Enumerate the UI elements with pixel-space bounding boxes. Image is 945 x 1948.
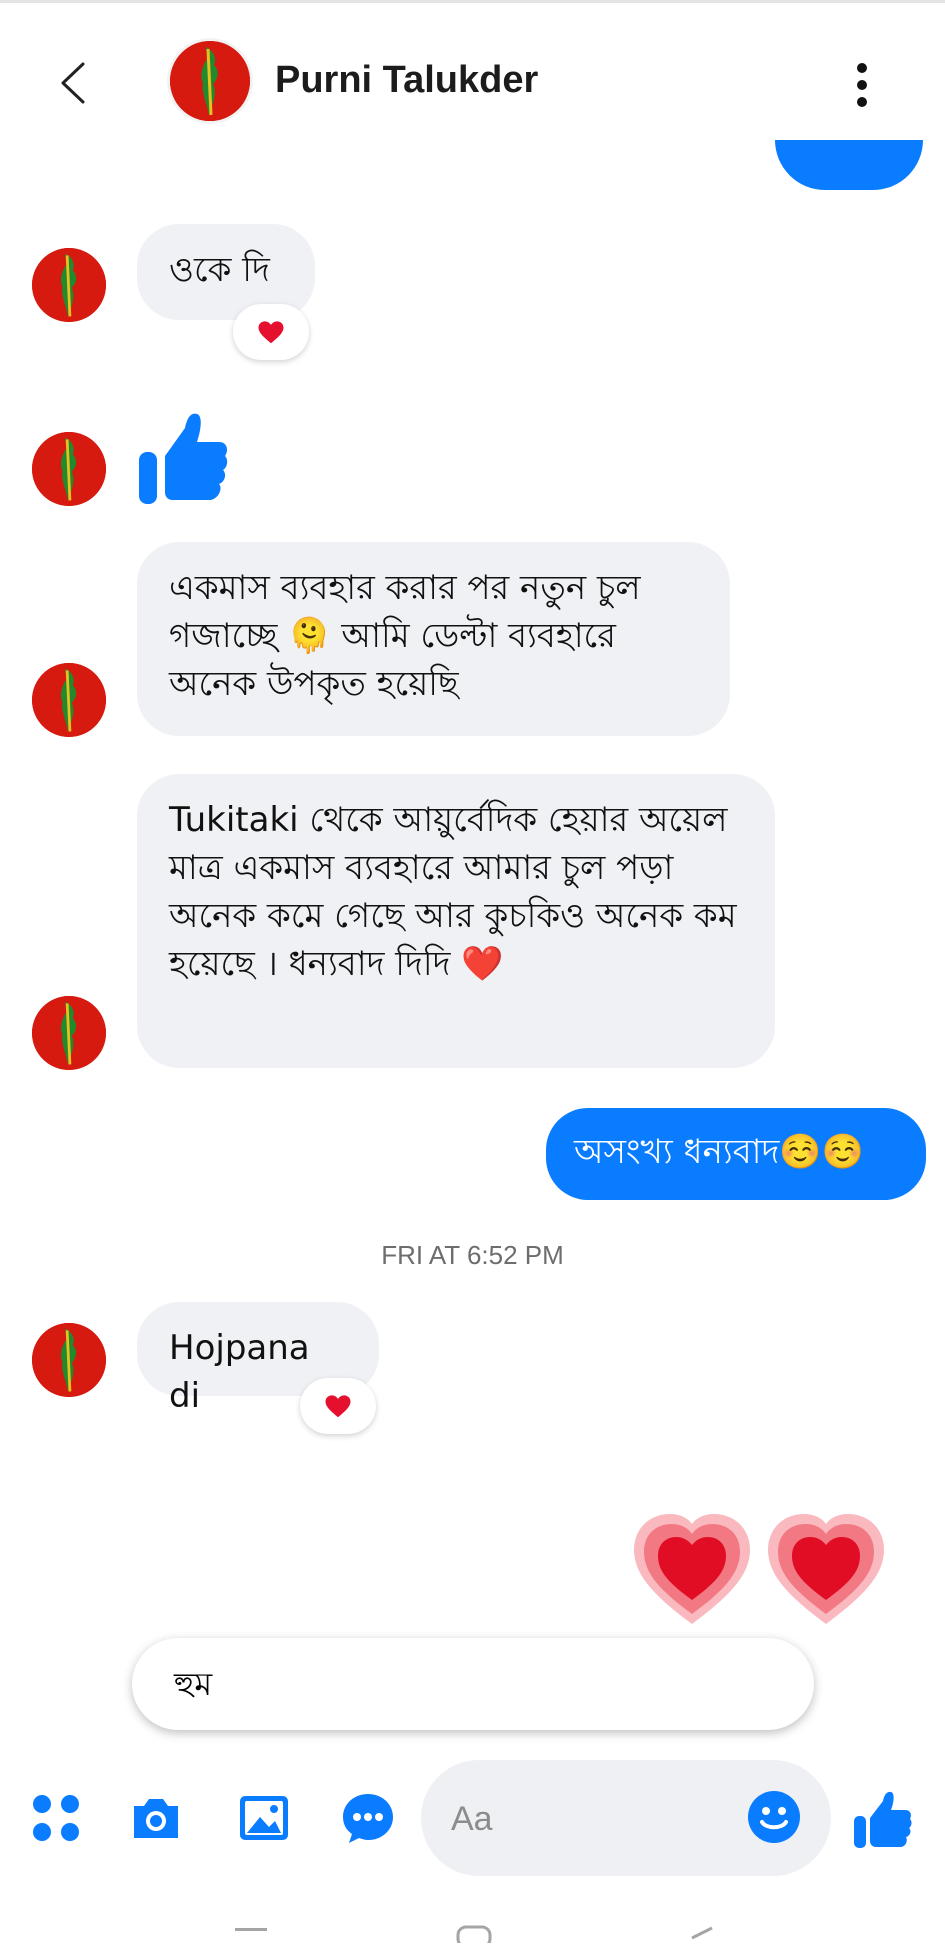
image-gallery-icon[interactable] xyxy=(236,1790,292,1846)
previous-sent-bubble xyxy=(775,140,923,190)
heart-sticker[interactable] xyxy=(632,1510,898,1628)
system-nav-bar xyxy=(0,1918,945,1948)
heart-icon xyxy=(258,321,284,344)
message-input[interactable]: Aa xyxy=(451,1800,493,1839)
sender-avatar xyxy=(32,1323,106,1397)
heart-reaction[interactable] xyxy=(233,304,309,360)
message-text: অসংখ্য ধন্যবাদ☺️☺️ xyxy=(574,1132,865,1172)
heart-sticker-icon xyxy=(634,1514,884,1624)
more-options-icon[interactable] xyxy=(855,63,869,107)
sent-message-bubble[interactable]: অসংখ্য ধন্যবাদ☺️☺️ xyxy=(546,1108,926,1200)
timestamp: FRI AT 6:52 PM xyxy=(381,1240,564,1270)
recent-apps-icon xyxy=(235,1928,267,1931)
message-text: Hojpana di xyxy=(169,1328,310,1416)
heart-icon xyxy=(325,1395,351,1418)
message-text: ওকে দি xyxy=(169,250,270,290)
message-text: Tukitaki থেকে আয়ুর্বেদিক হেয়ার অয়েল ম… xyxy=(169,800,737,984)
heart-reaction[interactable] xyxy=(300,1378,376,1434)
chat-bubble-icon[interactable] xyxy=(340,1790,396,1846)
thumbs-up-sticker-icon[interactable] xyxy=(137,408,229,508)
menu-dots-icon[interactable] xyxy=(28,1790,84,1846)
chat-header: Purni Talukder xyxy=(0,3,945,153)
back-arrow-icon[interactable] xyxy=(55,58,91,108)
sender-avatar xyxy=(32,432,106,506)
emoji-icon[interactable] xyxy=(746,1789,802,1845)
quick-reply-text: হুম xyxy=(174,1665,213,1703)
thumbs-up-icon[interactable] xyxy=(852,1788,914,1850)
sender-avatar xyxy=(32,663,106,737)
home-icon xyxy=(456,1925,492,1948)
message-text: একমাস ব্যবহার করার পর নতুন চুল গজাচ্ছে 🫠… xyxy=(169,568,641,704)
sender-avatar xyxy=(32,996,106,1070)
contact-avatar[interactable] xyxy=(170,41,250,121)
back-nav-icon xyxy=(691,1926,713,1940)
quick-reply-suggestion[interactable]: হুম xyxy=(132,1638,814,1730)
message-bubble[interactable]: একমাস ব্যবহার করার পর নতুন চুল গজাচ্ছে 🫠… xyxy=(137,542,730,736)
sender-avatar xyxy=(32,248,106,322)
camera-icon[interactable] xyxy=(128,1790,184,1846)
message-bubble[interactable]: Tukitaki থেকে আয়ুর্বেদিক হেয়ার অয়েল ম… xyxy=(137,774,775,1068)
contact-name[interactable]: Purni Talukder xyxy=(275,59,538,102)
